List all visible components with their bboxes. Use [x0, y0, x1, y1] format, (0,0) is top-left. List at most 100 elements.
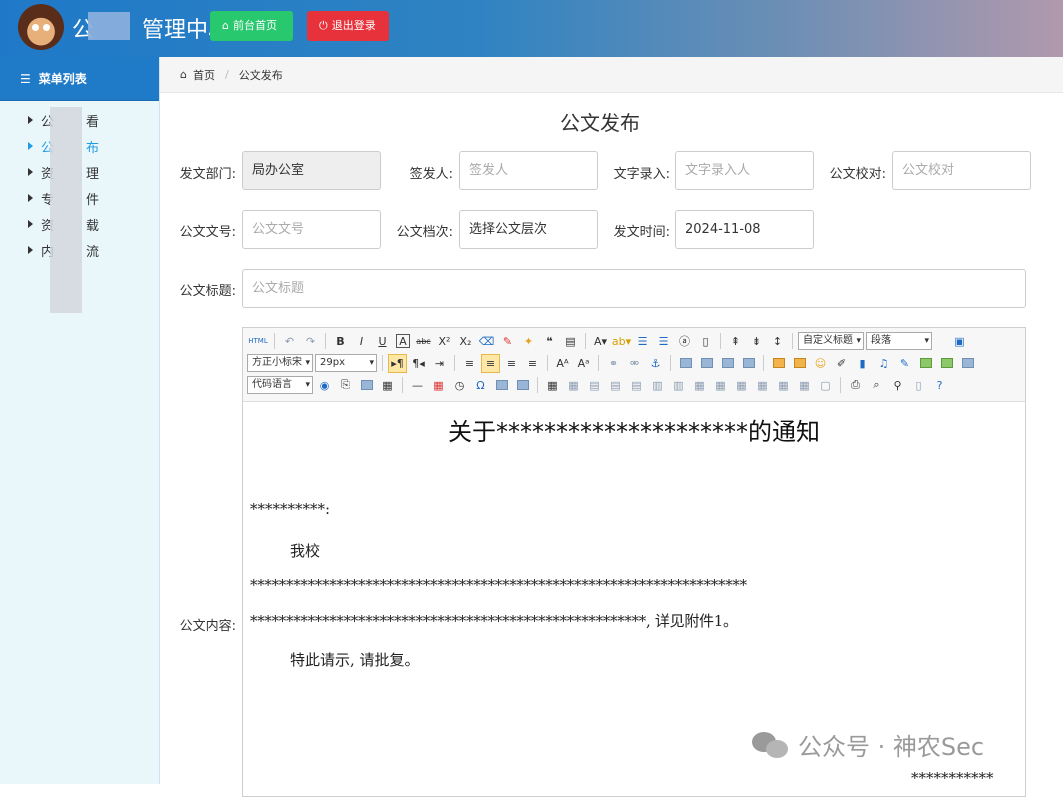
align-right-icon[interactable]: ≡: [502, 354, 521, 373]
merge-down-icon[interactable]: ▦: [732, 376, 751, 395]
special-char-icon[interactable]: Ω: [471, 376, 490, 395]
background-color-icon[interactable]: ab▾: [612, 332, 631, 351]
paste-plain-icon[interactable]: ▤: [561, 332, 580, 351]
caret-right-icon: [28, 220, 33, 228]
format-eraser-icon[interactable]: ⌫: [477, 332, 496, 351]
link-icon[interactable]: ⚭: [604, 354, 623, 373]
custom-title-select[interactable]: 自定义标题: [798, 332, 864, 350]
subscript-icon[interactable]: X₂: [456, 332, 475, 351]
italic-icon[interactable]: I: [352, 332, 371, 351]
clear-doc-icon[interactable]: ▯: [696, 332, 715, 351]
row-spacing-top-icon[interactable]: ⇞: [726, 332, 745, 351]
level-select[interactable]: 选择公文层次: [459, 210, 598, 249]
undo-icon[interactable]: ↶: [280, 332, 299, 351]
underline-icon[interactable]: U: [373, 332, 392, 351]
image-center-icon[interactable]: [739, 354, 758, 373]
format-brush-icon[interactable]: ✎: [498, 332, 517, 351]
horizontal-rule-icon[interactable]: —: [408, 376, 427, 395]
uppercase-icon[interactable]: Aᴬ: [553, 354, 572, 373]
indent-icon[interactable]: ⇥: [430, 354, 449, 373]
wordimage-icon[interactable]: [492, 376, 511, 395]
date-icon[interactable]: ▦: [429, 376, 448, 395]
redo-icon[interactable]: ↷: [301, 332, 320, 351]
bold-icon[interactable]: B: [331, 332, 350, 351]
signer-input[interactable]: 签发人: [459, 151, 598, 190]
split-cells-icon[interactable]: ▦: [753, 376, 772, 395]
delete-col-icon[interactable]: ▥: [669, 376, 688, 395]
multi-image-icon[interactable]: [790, 354, 809, 373]
find-icon[interactable]: ⚲: [888, 376, 907, 395]
image-right-icon[interactable]: [718, 354, 737, 373]
preview-icon[interactable]: ⌕: [867, 376, 886, 395]
auto-format-icon[interactable]: ✦: [519, 332, 538, 351]
map-icon[interactable]: [916, 354, 935, 373]
split-rows-icon[interactable]: ▦: [774, 376, 793, 395]
split-cols-icon[interactable]: ▦: [795, 376, 814, 395]
drafts-icon[interactable]: ▯: [909, 376, 928, 395]
logout-button[interactable]: ⏻ 退出登录: [307, 11, 389, 41]
page-break-icon[interactable]: ⎘: [336, 376, 355, 395]
ltr-direction-icon[interactable]: ▸¶: [388, 353, 407, 373]
line-height-icon[interactable]: ↕: [768, 332, 787, 351]
html-source-icon[interactable]: HTML: [247, 332, 269, 351]
unlink-icon[interactable]: ⚮: [625, 354, 644, 373]
date-input[interactable]: 2024-11-08: [675, 210, 814, 249]
insert-paragraph-before-table-icon[interactable]: ▤: [585, 376, 604, 395]
delete-table-icon[interactable]: ▦: [564, 376, 583, 395]
font-color-icon[interactable]: A▾: [591, 332, 610, 351]
search-replace-icon[interactable]: [513, 376, 532, 395]
select-all-icon[interactable]: ⓐ: [675, 332, 694, 351]
lowercase-icon[interactable]: Aᵃ: [574, 354, 593, 373]
insert-row-icon[interactable]: ▤: [606, 376, 625, 395]
background-icon[interactable]: [357, 376, 376, 395]
font-family-select[interactable]: 方正小标宋: [247, 354, 313, 372]
code-language-select[interactable]: 代码语言: [247, 376, 313, 394]
insert-image-icon[interactable]: [769, 354, 788, 373]
help-icon[interactable]: ?: [930, 376, 949, 395]
attachment-icon[interactable]: ✎: [895, 354, 914, 373]
gmap-icon[interactable]: [937, 354, 956, 373]
strikethrough-icon[interactable]: abc: [414, 332, 433, 351]
insert-frame-icon[interactable]: [958, 354, 977, 373]
merge-right-icon[interactable]: ▦: [711, 376, 730, 395]
blockquote-icon[interactable]: ❝: [540, 332, 559, 351]
web-app-icon[interactable]: ◉: [315, 376, 334, 395]
table-props-icon[interactable]: ▢: [816, 376, 835, 395]
align-justify-icon[interactable]: ≡: [523, 354, 542, 373]
insert-video-icon[interactable]: ▮: [853, 354, 872, 373]
music-icon[interactable]: ♫: [874, 354, 893, 373]
breadcrumb-home-link[interactable]: 首页: [193, 67, 215, 83]
proofreader-input[interactable]: 公文校对: [892, 151, 1031, 190]
align-left-icon[interactable]: ≡: [460, 354, 479, 373]
merge-cells-icon[interactable]: ▦: [690, 376, 709, 395]
time-icon[interactable]: ◷: [450, 376, 469, 395]
superscript-icon[interactable]: X²: [435, 332, 454, 351]
frontend-home-button[interactable]: ⌂ 前台首页: [210, 11, 293, 41]
row-spacing-bottom-icon[interactable]: ⇟: [747, 332, 766, 351]
scrawl-icon[interactable]: ✐: [832, 354, 851, 373]
insert-col-icon[interactable]: ▥: [648, 376, 667, 395]
font-size-select[interactable]: 29px: [315, 354, 377, 372]
caret-right-icon: [28, 246, 33, 254]
font-border-icon[interactable]: A: [396, 334, 410, 348]
rtl-direction-icon[interactable]: ¶◂: [409, 354, 428, 373]
typist-input[interactable]: 文字录入人: [675, 151, 814, 190]
subject-input[interactable]: 公文标题: [242, 269, 1026, 308]
template-icon[interactable]: ▦: [378, 376, 397, 395]
insert-table-icon[interactable]: ▦: [543, 376, 562, 395]
image-none-icon[interactable]: [676, 354, 695, 373]
docno-input[interactable]: 公文文号: [242, 210, 381, 249]
emoticon-icon[interactable]: ☺: [811, 354, 830, 373]
typist-label: 文字录入:: [613, 167, 670, 182]
print-icon[interactable]: ⎙: [846, 376, 865, 395]
breadcrumb: ⌂ 首页 / 公文发布: [160, 57, 1063, 93]
ordered-list-icon[interactable]: ☰: [633, 332, 652, 351]
anchor-icon[interactable]: ⚓: [646, 354, 665, 373]
unordered-list-icon[interactable]: ☰: [654, 332, 673, 351]
delete-row-icon[interactable]: ▤: [627, 376, 646, 395]
align-center-icon[interactable]: ≡: [481, 353, 500, 373]
image-left-icon[interactable]: [697, 354, 716, 373]
caret-right-icon: [28, 142, 33, 150]
paragraph-select[interactable]: 段落: [866, 332, 932, 350]
fullscreen-icon[interactable]: ▣: [950, 332, 969, 351]
